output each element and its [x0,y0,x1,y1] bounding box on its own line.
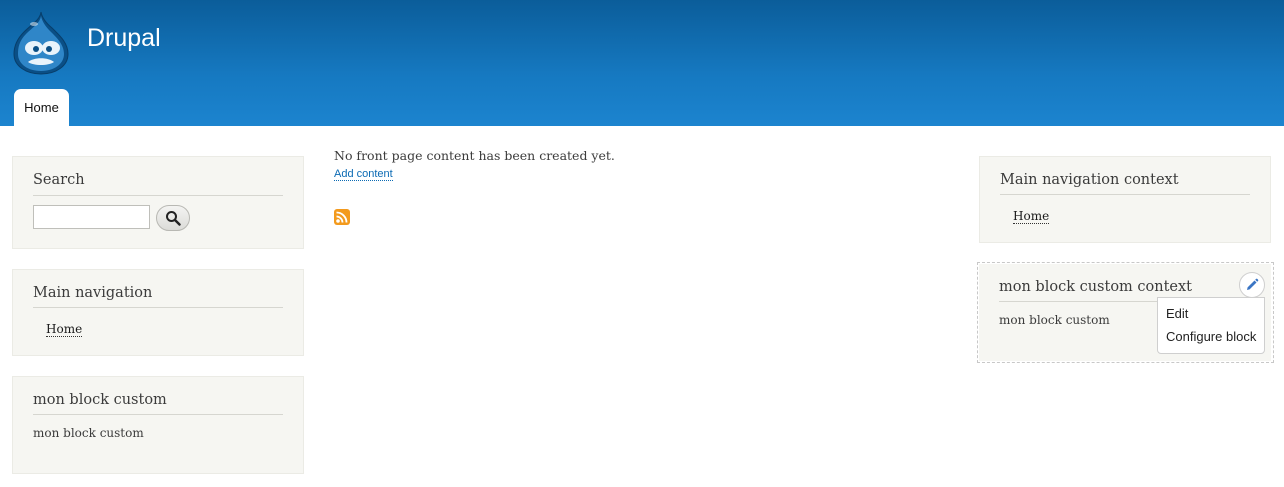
divider [33,195,283,196]
rss-feed-icon[interactable] [334,209,350,225]
custom-block: mon block custom mon block custom [12,376,304,474]
contextual-links-trigger[interactable] [1239,272,1265,298]
search-input[interactable] [33,205,150,229]
add-content-link[interactable]: Add content [334,168,393,181]
pencil-icon [1247,278,1259,290]
site-name[interactable]: Drupal [87,24,161,53]
search-button[interactable] [156,205,190,231]
main-navigation-title: Main navigation [33,285,153,301]
main-navigation-context-title: Main navigation context [1000,172,1179,188]
search-block: Search [12,156,304,249]
divider [33,307,283,308]
rss-icon [336,211,348,223]
divider [33,414,283,415]
custom-block-body: mon block custom [33,426,144,440]
contextual-link-configure-block[interactable]: Configure block [1166,329,1256,344]
contextual-link-edit[interactable]: Edit [1166,306,1188,321]
search-icon [166,211,181,226]
menu-item-home[interactable]: Home [46,322,83,337]
main-navigation-context-block: Main navigation context Home [979,156,1271,243]
contextual-links-menu: Edit Configure block [1157,297,1265,354]
custom-block-title: mon block custom [33,392,167,408]
custom-block-context-title: mon block custom context [999,279,1193,295]
search-block-title: Search [33,172,85,188]
menu-item-home[interactable]: Home [1013,209,1050,224]
empty-front-page-message: No front page content has been created y… [334,148,615,163]
site-header: Drupal Home [0,0,1284,126]
drupal-logo-icon[interactable] [10,10,72,76]
divider [1000,194,1250,195]
custom-block-context-body: mon block custom [999,313,1110,327]
tab-home[interactable]: Home [14,89,69,126]
main-navigation-block: Main navigation Home [12,269,304,356]
